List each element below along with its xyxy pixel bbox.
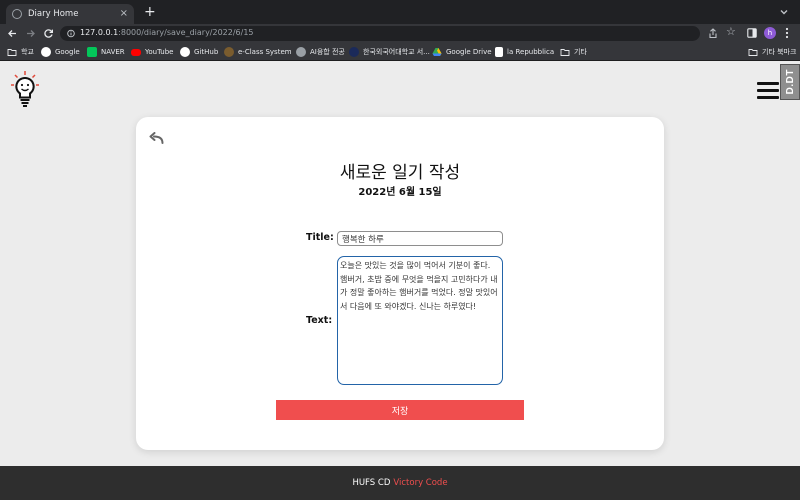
bookmark-repubblica[interactable]: la Repubblica [495,46,554,58]
bookmark-other-folder[interactable]: 기타 [560,46,587,58]
globe-icon [296,47,306,57]
folder-icon [748,49,758,56]
youtube-icon [131,48,141,56]
bookmark-ai[interactable]: AI융합 전공 [296,46,345,58]
bookmark-google[interactable]: Google [41,46,80,58]
diary-card: 새로운 일기 작성 2022년 6월 15일 Title: Text: 오늘은 … [136,117,664,450]
naver-icon [87,47,97,57]
lightbulb-logo-icon[interactable] [10,70,40,110]
side-tab[interactable]: D.DT [780,64,800,100]
close-icon[interactable]: × [120,9,128,19]
save-button[interactable]: 저장 [276,400,524,420]
bookmark-label: 한국외국어대학교 서... [363,48,430,56]
bookmarks-bar: 학교 Google NAVER YouTube GitHub e-Class S… [0,43,800,61]
bookmark-label: 기타 북마크 [762,48,797,56]
page-title: 새로운 일기 작성 [339,163,461,183]
side-panel-icon[interactable] [747,28,757,38]
tab-diary-home[interactable]: Diary Home × [6,4,134,24]
bookmark-school[interactable]: 학교 [7,46,34,58]
title-label: Title: [306,232,334,243]
bookmark-eclass[interactable]: e-Class System [224,46,292,58]
profile-avatar[interactable]: h [764,27,776,39]
footer-accent: Victory Code [393,478,448,488]
footer-text: HUFS CD [352,478,391,488]
bookmark-youtube[interactable]: YouTube [131,46,173,58]
url-host: 127.0.0.1 [80,28,119,37]
bookmark-label: e-Class System [238,48,292,56]
reload-icon[interactable] [42,27,55,40]
diary-date: 2022년 6월 15일 [358,187,442,198]
browser-toolbar: 127.0.0.1:8000/diary/save_diary/2022/6/1… [0,24,800,43]
text-label: Text: [306,315,333,326]
bookmark-label: Google [55,48,80,56]
url-path: :8000/diary/save_diary/2022/6/15 [118,28,254,37]
bookmark-label: 기타 [574,48,587,56]
bookmark-naver[interactable]: NAVER [87,46,125,58]
bookmark-label: NAVER [101,48,125,56]
star-icon[interactable]: ☆ [726,26,736,37]
bookmark-label: Google Drive [446,48,492,56]
chevron-down-icon[interactable] [778,6,790,18]
page-content: D.DT 새로운 일기 작성 2022년 6월 15일 Title: Text:… [0,62,800,466]
back-arrow-icon[interactable] [149,132,164,144]
info-icon[interactable] [67,29,75,38]
share-icon[interactable] [708,28,718,39]
bookmark-other-bookmarks[interactable]: 기타 북마크 [748,46,796,58]
bookmark-label: YouTube [145,48,174,56]
tab-strip: Diary Home × + [0,0,800,24]
bookmark-label: GitHub [194,48,219,56]
bookmark-label: AI융합 전공 [310,48,345,56]
tab-title: Diary Home [28,9,79,19]
more-menu-icon[interactable] [785,27,789,39]
side-tab-label: D.DT [784,69,796,95]
drive-icon [432,48,442,56]
hufs-icon [349,47,359,57]
hamburger-menu-icon[interactable] [757,82,779,100]
title-input[interactable] [337,231,503,246]
eclass-icon [224,47,234,57]
url-text: 127.0.0.1:8000/diary/save_diary/2022/6/1… [80,28,254,37]
github-icon [180,47,190,57]
forward-arrow-icon[interactable] [24,27,37,40]
footer: HUFS CD Victory Code [0,466,800,500]
folder-icon [560,49,570,56]
bookmark-label: la Repubblica [507,48,555,56]
folder-icon [7,49,17,56]
diary-text-input[interactable]: 오늘은 맛있는 것을 많이 먹어서 기분이 좋다. 햄버거, 초밥 중에 무엇을… [337,256,503,385]
new-tab-button[interactable]: + [144,5,156,19]
google-icon [41,47,51,57]
globe-icon [12,9,22,19]
bookmark-hufs[interactable]: 한국외국어대학교 서... [349,46,430,58]
address-bar[interactable]: 127.0.0.1:8000/diary/save_diary/2022/6/1… [60,26,700,41]
bookmark-drive[interactable]: Google Drive [432,46,492,58]
bookmark-label: 학교 [21,48,34,56]
back-arrow-icon[interactable] [6,27,19,40]
repubblica-icon [495,47,503,57]
bookmark-github[interactable]: GitHub [180,46,218,58]
